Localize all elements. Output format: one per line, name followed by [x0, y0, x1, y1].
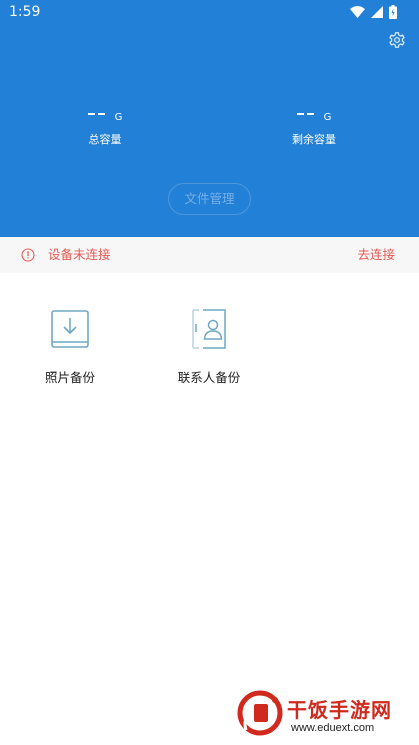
download-icon	[51, 310, 89, 348]
capacity-header: 1:59 G 总容量 G 剩余容量 文件管理	[0, 0, 419, 237]
device-status-text: 设备未连接	[48, 247, 111, 262]
file-manage-button[interactable]: 文件管理	[168, 183, 251, 215]
status-icons	[350, 3, 397, 21]
info-circle-icon	[21, 248, 35, 262]
placeholder-dash	[97, 113, 105, 115]
remaining-capacity-unit: G	[323, 112, 332, 123]
gear-icon[interactable]	[388, 31, 406, 49]
total-capacity-unit: G	[114, 112, 123, 123]
rice-bowl-logo-icon	[237, 690, 283, 736]
placeholder-dash	[306, 113, 314, 115]
remaining-capacity-value: G	[269, 104, 359, 126]
status-time: 1:59	[9, 4, 41, 20]
wifi-icon	[350, 6, 365, 18]
contacts-icon	[192, 309, 226, 349]
placeholder-dash	[87, 113, 95, 115]
total-capacity-label: 总容量	[88, 133, 122, 146]
watermark-url: www.eduext.com	[291, 722, 375, 734]
site-watermark: 干饭手游网 www.eduext.com	[233, 686, 419, 745]
battery-icon	[389, 5, 397, 19]
remaining-capacity: G 剩余容量	[269, 104, 359, 147]
photo-backup-tile[interactable]: 照片备份	[25, 307, 115, 386]
remaining-capacity-label: 剩余容量	[292, 133, 336, 146]
device-alert-bar: 设备未连接 去连接	[0, 237, 419, 273]
contacts-backup-tile[interactable]: 联系人备份	[164, 307, 254, 386]
total-capacity: G 总容量	[60, 104, 150, 147]
photo-backup-label: 照片备份	[44, 370, 95, 385]
watermark-name: 干饭手游网	[287, 698, 392, 722]
contacts-backup-label: 联系人备份	[177, 370, 241, 385]
signal-icon	[371, 6, 383, 18]
total-capacity-value: G	[60, 104, 150, 126]
connect-button[interactable]: 去连接	[357, 237, 395, 273]
placeholder-dash	[296, 113, 304, 115]
